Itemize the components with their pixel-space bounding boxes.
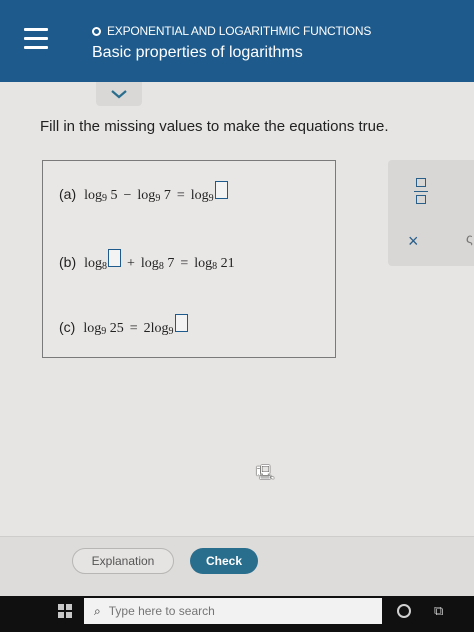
equals-sign: = [176,188,185,203]
cortana-icon[interactable] [397,604,411,618]
topic-heading: EXPONENTIAL AND LOGARITHMIC FUNCTIONS [92,24,371,38]
edge-glyph: ς [466,230,473,246]
coefficient: 2 [143,321,151,336]
log-base: 9 [155,193,161,204]
log-arg: 5 [110,188,118,203]
answer-panel: (a) log 9 5 − log 9 7 = log 9 (b) log 8 + lo… [42,160,336,358]
explanation-button[interactable]: Explanation [72,548,174,574]
log-arg: 25 [109,321,124,336]
log-text: log [84,256,103,271]
task-view-icon[interactable]: ⧉ [434,603,443,619]
equation-c: (c) log 9 25 = 2 log 9 [59,314,188,337]
header-bar: EXPONENTIAL AND LOGARITHMIC FUNCTIONS Ba… [0,0,474,82]
equation-label: (c) [59,319,76,335]
log-text: log [84,188,103,203]
check-button[interactable]: Check [190,548,258,574]
log-base: 8 [102,261,108,272]
log-text: log [137,188,156,203]
log-base: 9 [102,193,108,204]
fraction-icon[interactable] [414,178,428,204]
log-text: log [194,256,213,271]
equation-b: (b) log 8 + log 8 7 = log 8 21 [59,249,235,272]
windows-start-icon[interactable] [58,604,72,618]
answer-input-b[interactable] [108,249,122,267]
log-text: log [83,321,102,336]
log-text: log [140,256,159,271]
close-icon[interactable]: × [408,232,419,250]
menu-icon[interactable] [24,28,48,52]
equals-sign: = [180,256,189,271]
log-base: 8 [212,261,218,272]
tool-panel: × ς [388,160,474,266]
taskbar-search[interactable]: ⌕ [84,598,382,624]
log-text: log [190,188,209,203]
equation-label: (b) [59,254,77,270]
page-title: Basic properties of logarithms [92,44,303,61]
equals-sign: = [129,321,138,336]
log-base: 8 [158,261,164,272]
topic-label: EXPONENTIAL AND LOGARITHMIC FUNCTIONS [107,24,372,38]
log-base: 9 [168,326,174,337]
equation-label: (a) [59,186,77,202]
answer-input-a[interactable] [214,181,228,199]
instruction-text: Fill in the missing values to make the e… [40,118,389,135]
cursor-icon: 🖳 [256,464,275,480]
equation-a: (a) log 9 5 − log 9 7 = log 9 [59,181,228,204]
log-base: 9 [208,193,214,204]
operator: + [127,256,135,271]
log-arg: 7 [163,188,171,203]
operator: − [123,188,132,203]
answer-input-c[interactable] [174,314,188,332]
log-text: log [150,321,169,336]
log-base: 9 [101,326,107,337]
topic-circle-icon [92,26,101,36]
log-arg: 21 [220,256,235,271]
search-input[interactable] [106,603,351,619]
log-arg: 7 [167,256,175,271]
search-icon: ⌕ [94,603,101,618]
collapse-toggle[interactable] [96,82,142,106]
chevron-down-icon [111,90,127,99]
